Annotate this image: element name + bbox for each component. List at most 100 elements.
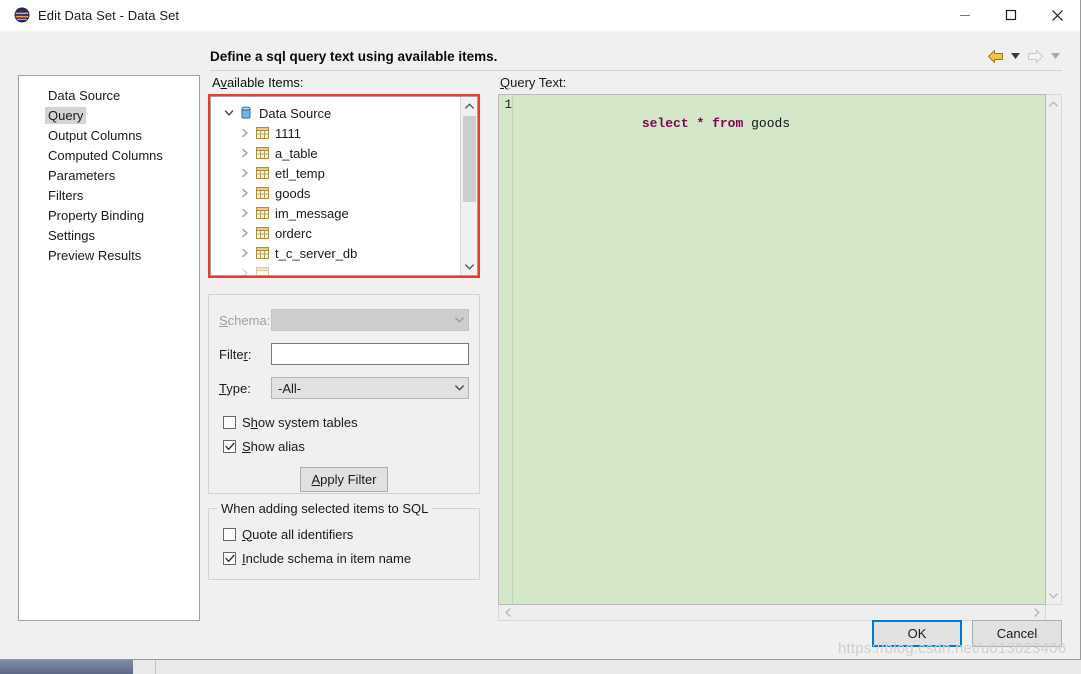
chevron-right-icon[interactable] — [237, 225, 253, 241]
show-alias-checkbox[interactable] — [223, 439, 236, 453]
editor-vertical-scrollbar[interactable] — [1046, 94, 1062, 605]
tree-item-partial[interactable] — [211, 263, 460, 275]
table-icon — [253, 247, 271, 259]
dialog-footer: OK Cancel — [872, 620, 1062, 647]
sidebar-item-label: Data Source — [48, 88, 121, 103]
tree-item-etl-temp[interactable]: etl_temp — [211, 163, 460, 183]
available-items-highlight-box: Data Source 1111 a_table etl_temp goods … — [208, 94, 480, 278]
tree-item-a-table[interactable]: a_table — [211, 143, 460, 163]
show-alias-label: Show alias — [242, 438, 305, 454]
table-icon — [253, 227, 271, 239]
sidebar-item-label: Parameters — [48, 168, 116, 183]
chevron-down-icon[interactable] — [450, 385, 468, 391]
show-system-tables-row[interactable]: Show system tables — [219, 411, 469, 433]
scroll-left-icon[interactable] — [499, 605, 516, 621]
tree-item-label: a_table — [275, 145, 318, 161]
background-strip-divider — [155, 658, 156, 674]
sidebar-item-label: Computed Columns — [48, 148, 163, 163]
query-text-column: Query Text: 1 select * from goods — [498, 73, 1062, 659]
back-history-button[interactable] — [1008, 45, 1022, 67]
filter-panel: Schema: Filter: Type: -All- Show system … — [208, 294, 480, 494]
sidebar-item-label: Settings — [48, 228, 95, 243]
tree-item-1111[interactable]: 1111 — [211, 123, 460, 143]
tree-item-orderc[interactable]: orderc — [211, 223, 460, 243]
sidebar-item-query[interactable]: Query — [19, 106, 199, 126]
chevron-right-icon[interactable] — [237, 265, 253, 275]
query-text-editor[interactable]: 1 select * from goods — [498, 94, 1046, 605]
scrollbar-track[interactable] — [1045, 112, 1062, 587]
type-label: Type: — [219, 380, 251, 396]
sidebar-item-data-source[interactable]: Data Source — [19, 86, 199, 106]
show-system-tables-checkbox[interactable] — [223, 415, 236, 429]
sidebar-item-computed-columns[interactable]: Computed Columns — [19, 146, 199, 166]
chevron-right-icon[interactable] — [237, 245, 253, 261]
tree-item-label: 1111 — [275, 125, 302, 141]
sidebar-item-parameters[interactable]: Parameters — [19, 166, 199, 186]
tree-item-goods[interactable]: goods — [211, 183, 460, 203]
chevron-right-icon[interactable] — [237, 185, 253, 201]
chevron-right-icon[interactable] — [237, 205, 253, 221]
sidebar-item-output-columns[interactable]: Output Columns — [19, 126, 199, 146]
include-schema-row[interactable]: Include schema in item name — [219, 547, 469, 569]
include-schema-label: Include schema in item name — [242, 550, 412, 566]
sidebar-item-settings[interactable]: Settings — [19, 226, 199, 246]
scrollbar-thumb[interactable] — [462, 116, 476, 202]
available-items-label: Available Items: — [212, 75, 304, 90]
maximize-button[interactable] — [988, 0, 1034, 31]
title-bar: Edit Data Set - Data Set — [0, 0, 1080, 31]
chevron-right-icon[interactable] — [237, 165, 253, 181]
sidebar-item-label: Query — [45, 107, 87, 124]
sql-options-group-title: When adding selected items to SQL — [217, 501, 433, 516]
apply-filter-button[interactable]: Apply Filter — [300, 467, 388, 492]
database-icon — [237, 106, 255, 120]
forward-button — [1024, 45, 1046, 67]
table-icon — [253, 147, 271, 159]
chevron-down-icon[interactable] — [221, 105, 237, 121]
cancel-button[interactable]: Cancel — [972, 620, 1062, 647]
chevron-down-icon — [450, 317, 468, 323]
ok-button[interactable]: OK — [872, 620, 962, 647]
type-select[interactable]: -All- — [271, 377, 469, 399]
edit-data-set-dialog: Edit Data Set - Data Set Define a sql qu… — [0, 0, 1081, 660]
back-button[interactable] — [984, 45, 1006, 67]
quote-all-identifiers-checkbox[interactable] — [223, 527, 236, 541]
sidebar-item-filters[interactable]: Filters — [19, 186, 199, 206]
minimize-button[interactable] — [942, 0, 988, 31]
scrollbar-track[interactable] — [461, 204, 478, 258]
tree-node-data-source[interactable]: Data Source — [211, 103, 460, 123]
sql-options-group: When adding selected items to SQL Quote … — [208, 501, 480, 580]
close-button[interactable] — [1034, 0, 1080, 31]
query-code[interactable]: select * from goods — [513, 95, 1045, 604]
sidebar-item-property-binding[interactable]: Property Binding — [19, 206, 199, 226]
quote-all-identifiers-row[interactable]: Quote all identifiers — [219, 523, 469, 545]
table-icon — [253, 207, 271, 219]
scroll-right-icon[interactable] — [1028, 605, 1045, 621]
line-number: 1 — [504, 98, 512, 112]
close-icon — [1051, 9, 1063, 21]
window-controls — [942, 0, 1080, 31]
scroll-down-icon[interactable] — [461, 258, 478, 275]
chevron-right-icon[interactable] — [237, 145, 253, 161]
chevron-right-icon[interactable] — [237, 125, 253, 141]
editor-horizontal-scrollbar[interactable] — [498, 605, 1046, 621]
scroll-up-icon[interactable] — [461, 97, 478, 114]
window-title: Edit Data Set - Data Set — [38, 7, 180, 23]
scroll-down-icon[interactable] — [1045, 587, 1062, 604]
tree-item-label: orderc — [275, 225, 312, 241]
tree-item-im-message[interactable]: im_message — [211, 203, 460, 223]
show-alias-row[interactable]: Show alias — [219, 435, 469, 457]
sidebar-item-preview-results[interactable]: Preview Results — [19, 246, 199, 266]
tree-item-t-c-server-db[interactable]: t_c_server_db — [211, 243, 460, 263]
navigation-buttons — [984, 41, 1062, 71]
sidebar-item-label: Output Columns — [48, 128, 142, 143]
apply-filter-row: Apply Filter — [219, 467, 469, 492]
query-editor-wrapper: 1 select * from goods — [498, 94, 1062, 621]
include-schema-checkbox[interactable] — [223, 551, 236, 565]
settings-navigation-list[interactable]: Data Source Query Output Columns Compute… — [18, 75, 200, 621]
filter-input[interactable] — [271, 343, 469, 365]
eclipse-birt-icon — [14, 7, 30, 23]
tree-item-label: t_c_server_db — [275, 245, 358, 261]
available-items-tree[interactable]: Data Source 1111 a_table etl_temp goods … — [210, 96, 478, 276]
tree-vertical-scrollbar[interactable] — [460, 97, 477, 275]
scroll-up-icon[interactable] — [1045, 95, 1062, 112]
